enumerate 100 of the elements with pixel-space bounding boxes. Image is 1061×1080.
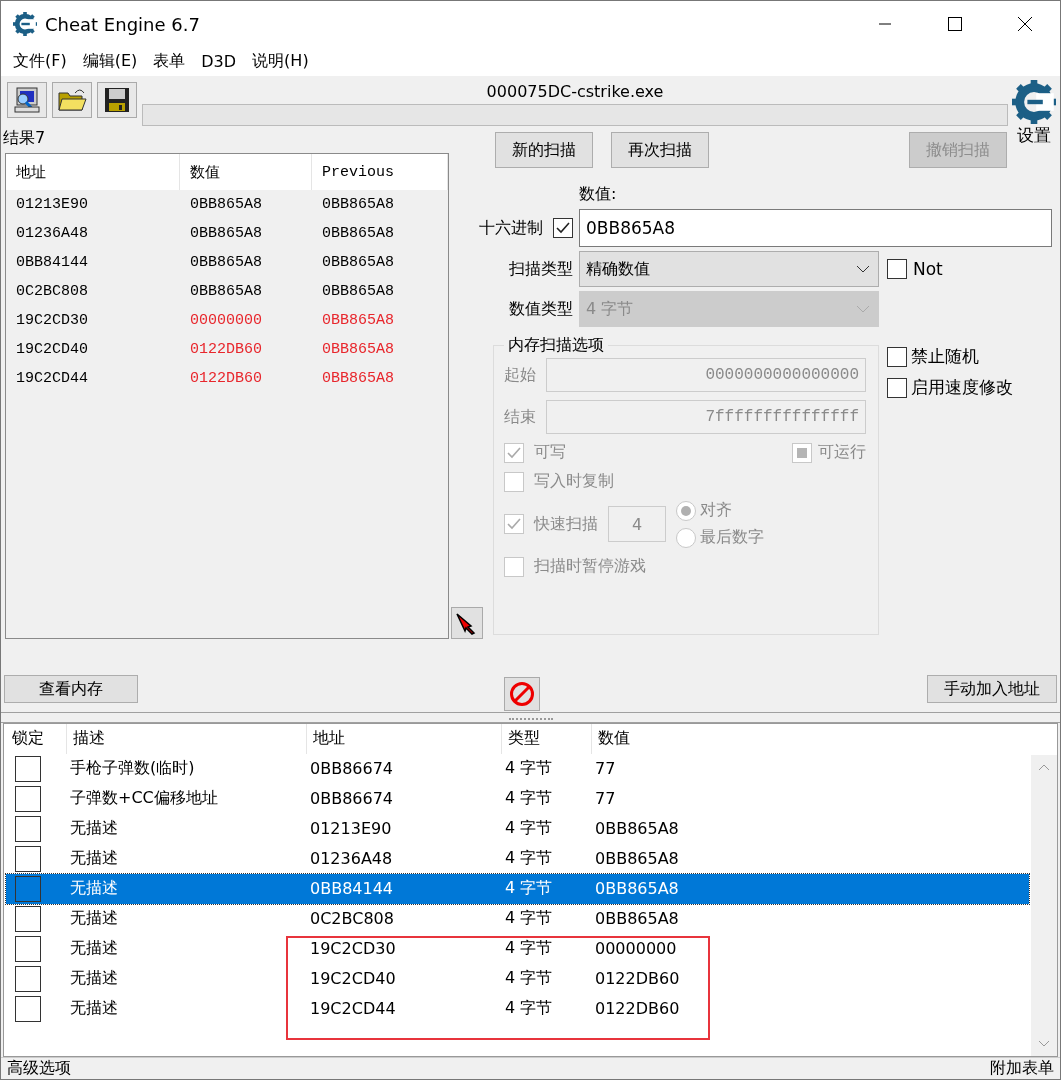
field-label: 数值类型 [509,298,573,320]
table-cell-text: 0BB865A8 [189,195,263,216]
menu-item[interactable]: 文件(F) [5,51,75,73]
table-cell-text: 0BB865A8 [594,849,680,869]
table-cell-text: 0BB86674 [309,759,395,779]
lock-checkbox[interactable] [15,785,41,812]
table-cell-text: 0BB865A8 [321,369,395,390]
table-cell-text: 0BB865A8 [321,311,395,332]
table-cell-text: 无描述 [69,878,119,900]
app-logo-icon [13,12,37,36]
value-field[interactable]: 0BB865A8 [579,209,1052,248]
table-cell-text: 无描述 [69,998,119,1020]
table-cell-text: 4 字节 [504,938,554,960]
window-title: Cheat Engine 6.7 [45,13,201,35]
table-row[interactable]: 无描述 0C2BC808 4 字节 0BB865A8 [6,903,1029,934]
table-cell-text: 无描述 [69,818,119,840]
field-label: 结束 [504,406,536,428]
dropdown[interactable]: 精确数值 [579,251,879,288]
computer-icon [12,85,42,116]
table-cell-text: 4 字节 [504,908,554,930]
folder-icon [57,87,87,114]
table-row[interactable]: 子弹数+CC偏移地址 0BB86674 4 字节 77 [6,783,1029,814]
column-header[interactable]: 地址 [306,723,501,754]
settings-logo-icon [1012,80,1056,125]
table-cell-text: 0BB865A8 [189,282,263,303]
table-cell-text: 0122DB60 [189,369,263,390]
table-cell-text: 01213E90 [309,819,393,839]
table-cell-text: 4 字节 [504,818,554,840]
menu-item[interactable]: 表单 [145,51,194,73]
column-header[interactable]: 数值 [180,154,312,191]
checkbox-label: 启用速度修改 [911,376,1013,400]
lock-checkbox[interactable] [15,845,41,872]
add-address-button[interactable]: 手动加入地址 [927,675,1057,704]
table-row[interactable]: 无描述 19C2CD44 4 字节 0122DB60 [6,993,1029,1024]
lock-checkbox[interactable] [15,965,41,992]
field-label: 扫描类型 [509,258,573,280]
open-button[interactable] [52,82,92,119]
table-cell-text: 0BB865A8 [321,340,395,361]
table-row[interactable]: 无描述 01213E90 4 字节 0BB865A8 [6,813,1029,844]
lock-checkbox[interactable] [15,815,41,842]
table-cell-text: 0BB865A8 [321,282,395,303]
table-row[interactable]: 无描述 0BB84144 4 字节 0BB865A8 [6,873,1029,904]
value-label: 数值: [579,184,618,206]
checkbox[interactable] [887,377,907,398]
column-header[interactable]: 描述 [66,723,306,754]
hex-label: 十六进制 [479,217,543,239]
checkbox-label: 扫描时暂停游戏 [534,556,646,578]
table-row[interactable]: 手枪子弹数(临时) 0BB86674 4 字节 77 [6,753,1029,784]
radio-label: 最后数字 [700,527,764,549]
table-cell-text: 无描述 [69,908,119,930]
table-cell-text: 无描述 [69,968,119,990]
prohibited-icon [509,681,535,708]
scan-button[interactable]: 新的扫描 [495,132,593,169]
column-header[interactable]: 数值 [591,723,1029,754]
table-row[interactable]: 无描述 01236A48 4 字节 0BB865A8 [6,843,1029,874]
lock-checkbox[interactable] [15,905,41,932]
table-extras-link[interactable]: 附加表单 [990,1058,1054,1079]
table-cell-text: 0122DB60 [594,999,681,1019]
column-header[interactable]: 地址 [6,154,180,191]
menu-item[interactable]: 说明(H) [244,51,317,73]
advanced-options-link[interactable]: 高级选项 [7,1058,71,1079]
settings-link[interactable]: 设置 [1017,124,1051,148]
stop-button[interactable] [504,677,540,712]
table-cell-text: 19C2CD30 [15,311,89,332]
checkbox-label: 快速扫描 [534,513,598,535]
checkbox-label: 禁止随机 [911,345,979,369]
lock-checkbox[interactable] [15,995,41,1022]
view-memory-button[interactable]: 查看内存 [4,675,138,704]
table-cell-text: 4 字节 [504,998,554,1020]
lock-checkbox[interactable] [15,875,41,902]
scan-button[interactable]: 再次扫描 [611,132,709,169]
results-count: 结果7 [3,128,47,150]
table-cell-text: 0BB84144 [309,879,395,899]
checkbox[interactable] [887,259,907,280]
lock-checkbox[interactable] [15,755,41,782]
process-select-button[interactable] [7,82,47,119]
table-cell-text: 0BB865A8 [594,819,680,839]
table-cell-text: 4 字节 [504,878,554,900]
table-cell-text: 手枪子弹数(临时) [69,758,196,780]
table-cell-text: 00000000 [594,939,678,959]
menu-item[interactable]: D3D [193,52,245,72]
table-row[interactable]: 无描述 19C2CD30 4 字节 00000000 [6,933,1029,964]
table-cell-text: 0122DB60 [594,969,681,989]
checkbox[interactable] [553,218,573,239]
menu-item[interactable]: 编辑(E) [74,51,146,73]
save-button[interactable] [97,82,137,119]
table-cell-text: 01236A48 [309,849,394,869]
arrow-button[interactable] [451,607,483,640]
table-cell-text: 19C2CD40 [309,969,397,989]
column-header[interactable]: Previous [312,154,448,191]
column-header[interactable]: 锁定 [6,723,66,754]
chevron-down-icon [856,265,870,274]
table-row[interactable]: 无描述 19C2CD40 4 字节 0122DB60 [6,963,1029,994]
table-cell-text: 01213E90 [15,195,89,216]
column-header[interactable]: 类型 [501,723,591,754]
checkbox[interactable] [887,346,907,367]
table-cell-text: 子弹数+CC偏移地址 [69,788,219,810]
table-cell-text: 0BB86674 [309,789,395,809]
checkbox-label: 可写 [534,442,566,464]
lock-checkbox[interactable] [15,935,41,962]
